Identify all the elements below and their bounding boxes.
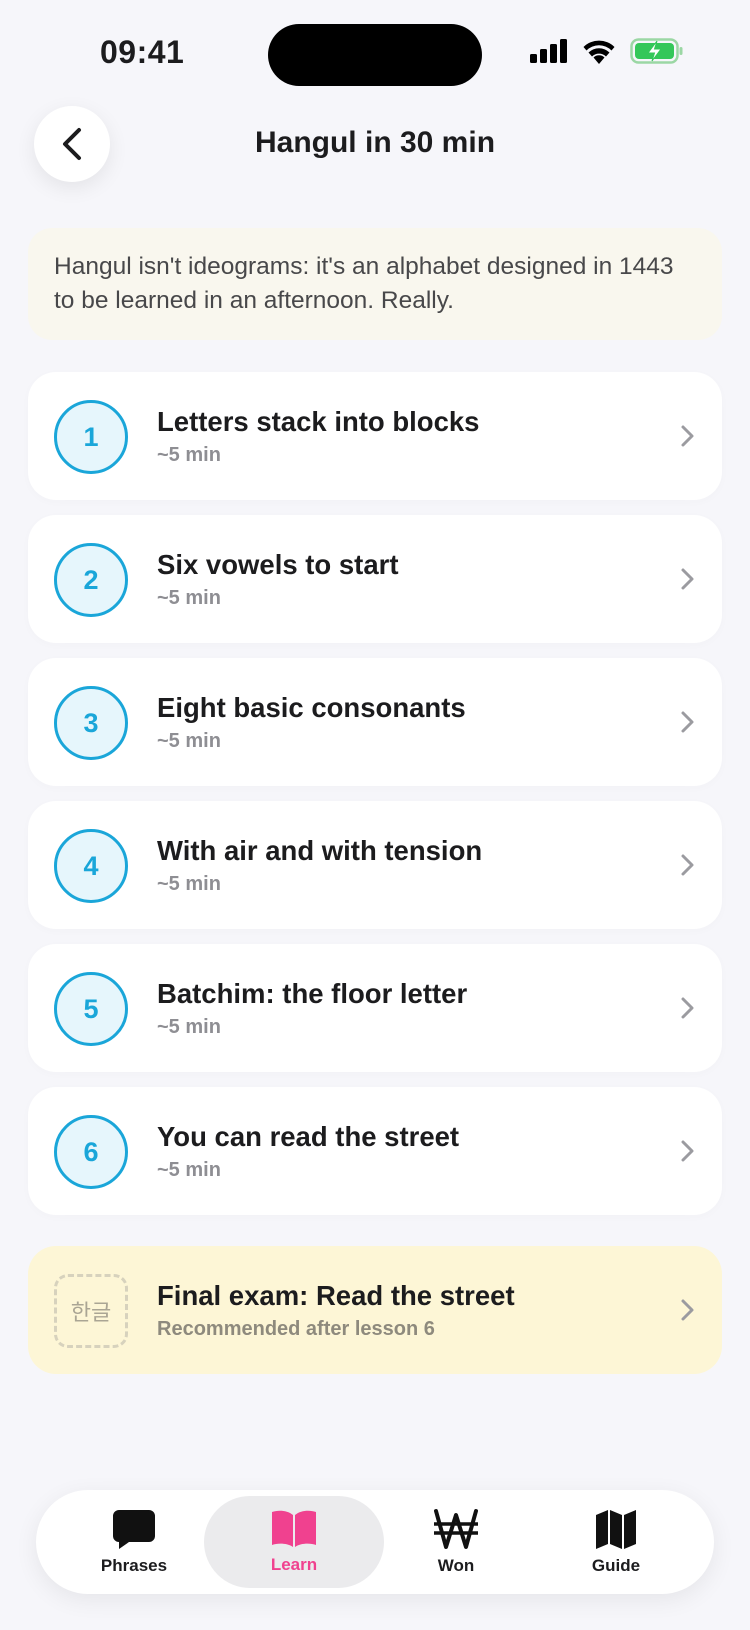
lesson-duration: ~5 min (157, 873, 221, 895)
chevron-right-icon (681, 854, 694, 876)
lesson-card-6[interactable]: 6 You can read the street ~5 min (28, 1087, 722, 1215)
hangul-badge-icon: 한글 (54, 1274, 128, 1348)
tab-phrases[interactable]: Phrases (44, 1496, 224, 1588)
status-time: 09:41 (100, 34, 185, 70)
lesson-number-badge: 6 (54, 1115, 128, 1189)
chevron-right-icon (681, 568, 694, 590)
lesson-title: You can read the street (157, 1121, 460, 1152)
cellular-signal-icon (530, 39, 567, 63)
lesson-number-badge: 3 (54, 686, 128, 760)
lesson-duration: ~5 min (157, 1159, 221, 1181)
chevron-right-icon (681, 711, 694, 733)
lesson-title: Six vowels to start (157, 549, 399, 580)
dynamic-island (268, 24, 482, 86)
lesson-title: Letters stack into blocks (157, 406, 480, 437)
chevron-right-icon (681, 425, 694, 447)
tab-bar: Phrases Learn Won Guide (36, 1490, 714, 1594)
tab-label: Guide (591, 1556, 641, 1575)
lesson-duration: ~5 min (157, 444, 221, 466)
open-book-icon (272, 1510, 316, 1547)
lesson-title: With air and with tension (157, 835, 483, 866)
wifi-icon (583, 40, 615, 64)
won-sign-icon (434, 1509, 478, 1549)
map-icon (596, 1510, 636, 1549)
tab-label: Learn (270, 1555, 318, 1574)
status-icons (530, 38, 684, 64)
lesson-number-badge: 2 (54, 543, 128, 617)
lesson-number-badge: 1 (54, 400, 128, 474)
lesson-card-4[interactable]: 4 With air and with tension ~5 min (28, 801, 722, 929)
lesson-card-3[interactable]: 3 Eight basic consonants ~5 min (28, 658, 722, 786)
tab-label: Won (437, 1556, 475, 1575)
lesson-title: Eight basic consonants (157, 692, 466, 723)
speech-bubble-icon (113, 1510, 155, 1549)
lesson-duration: ~5 min (157, 730, 221, 752)
tab-label: Phrases (100, 1556, 168, 1575)
chevron-right-icon (681, 1140, 694, 1162)
battery-charging-icon (630, 38, 683, 64)
intro-note: Hangul isn't ideograms: it's an alphabet… (28, 228, 722, 340)
tab-guide[interactable]: Guide (526, 1496, 706, 1588)
tab-learn[interactable]: Learn (204, 1496, 384, 1588)
lesson-duration: ~5 min (157, 587, 221, 609)
lesson-card-5[interactable]: 5 Batchim: the floor letter ~5 min (28, 944, 722, 1072)
chevron-right-icon (681, 997, 694, 1019)
tab-won[interactable]: Won (366, 1496, 546, 1588)
lesson-duration: ~5 min (157, 1016, 221, 1038)
lesson-card-2[interactable]: 2 Six vowels to start ~5 min (28, 515, 722, 643)
chevron-right-icon (681, 1299, 694, 1321)
final-exam-card[interactable]: 한글 Final exam: Read the street Recommend… (28, 1246, 722, 1374)
screen: 09:41 Hangul in 30 min Hangul isn't ideo… (0, 0, 750, 1630)
exam-subtitle: Recommended after lesson 6 (157, 1318, 435, 1340)
lesson-card-1[interactable]: 1 Letters stack into blocks ~5 min (28, 372, 722, 500)
lesson-number-badge: 5 (54, 972, 128, 1046)
lesson-number-badge: 4 (54, 829, 128, 903)
lesson-title: Batchim: the floor letter (157, 978, 468, 1009)
exam-title: Final exam: Read the street (157, 1280, 515, 1311)
page-title: Hangul in 30 min (254, 126, 496, 159)
